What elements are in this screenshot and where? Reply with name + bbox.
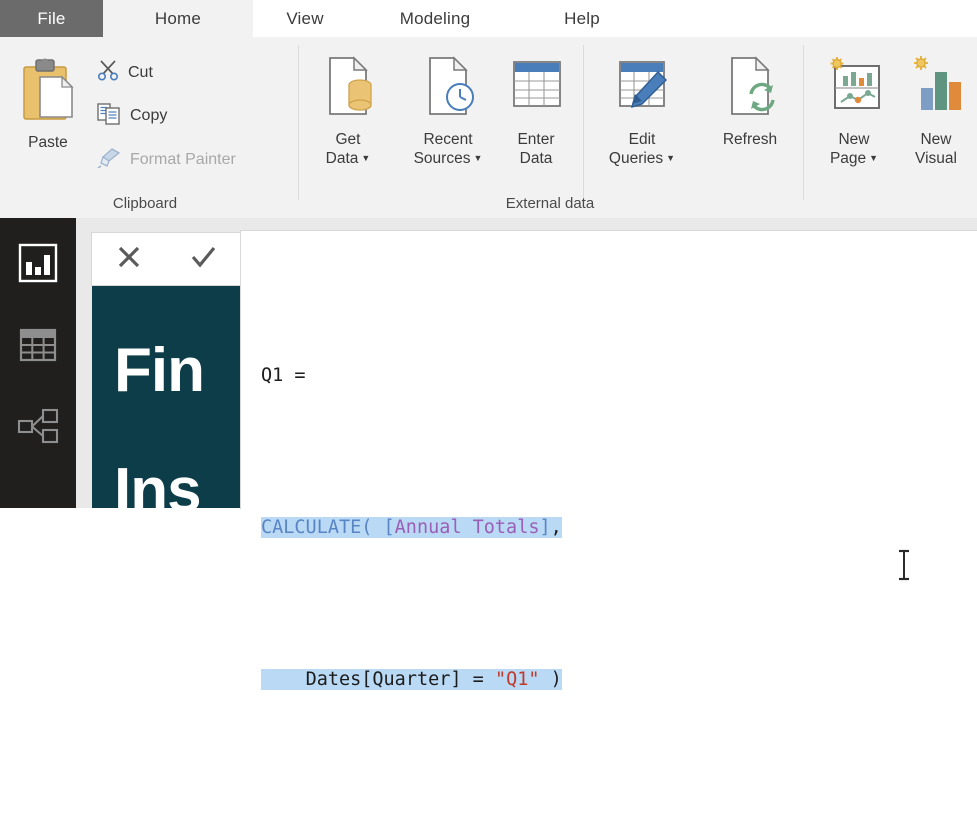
copy-label: Copy — [130, 107, 168, 124]
sidebar-item-report-view[interactable] — [15, 240, 61, 286]
recent-sources-label-1: Recent — [423, 131, 473, 148]
ribbon-separator-3 — [803, 45, 804, 200]
refresh-icon — [720, 52, 780, 131]
dax-open-bracket-2: [ — [361, 669, 373, 690]
enter-data-icon — [506, 52, 566, 131]
recent-sources-label-2: Sources ▼ — [413, 149, 483, 167]
paste-label: Paste — [28, 134, 68, 151]
equals-sign: = — [283, 365, 306, 386]
new-page-button[interactable]: New Page ▼ — [816, 52, 892, 169]
report-card-line-1: Fin — [114, 336, 205, 405]
recent-sources-button[interactable]: Recent Sources ▼ — [396, 52, 500, 169]
edit-queries-icon — [612, 52, 672, 131]
group-label-external-data: External data — [505, 195, 595, 212]
copy-icon — [97, 102, 121, 130]
tab-home-label: Home — [154, 8, 202, 28]
paste-button[interactable]: Paste — [12, 55, 84, 153]
recent-sources-icon — [418, 52, 478, 131]
dax-formula-bar[interactable]: Q1 = CALCULATE( [Annual Totals], Dates[Q… — [240, 230, 977, 690]
sidebar-item-data-view[interactable] — [15, 322, 61, 368]
format-painter-label: Format Painter — [130, 150, 236, 168]
new-page-label-1: New — [838, 131, 870, 148]
format-painter-button[interactable]: Format Painter — [97, 146, 236, 173]
scissors-icon — [97, 59, 119, 86]
dax-column-quarter: Quarter — [372, 669, 451, 690]
dax-close-paren: ) — [539, 669, 562, 690]
tab-help[interactable]: Help — [513, 0, 651, 37]
cut-button[interactable]: Cut — [97, 59, 153, 86]
get-data-icon — [318, 52, 378, 131]
close-icon[interactable] — [114, 242, 144, 277]
model-view-icon — [15, 408, 61, 453]
dax-space — [372, 517, 383, 538]
dax-open-bracket: [ — [383, 517, 395, 538]
dax-table-dates: Dates — [305, 669, 362, 690]
dax-operator-equals: = — [461, 669, 495, 690]
new-visual-label-2: Visual — [915, 149, 957, 167]
tab-home[interactable]: Home — [103, 0, 253, 37]
ribbon-body: Paste Cut Copy Format Painter Clipboard … — [0, 37, 977, 219]
paintbrush-icon — [97, 146, 121, 173]
edit-queries-button[interactable]: Edit Queries ▼ — [595, 52, 689, 169]
tab-file[interactable]: File — [0, 0, 103, 37]
cut-label: Cut — [128, 63, 153, 81]
text-cursor-icon — [896, 549, 912, 581]
dax-string-q1: "Q1" — [494, 669, 540, 690]
group-label-clipboard: Clipboard — [112, 195, 178, 212]
ribbon-tab-strip: File Home View Modeling Help — [0, 0, 977, 37]
new-page-label-2: Page ▼ — [829, 149, 879, 167]
report-title-card[interactable]: Fin Ins — [92, 285, 240, 508]
tab-modeling[interactable]: Modeling — [357, 0, 513, 37]
view-switcher-rail — [0, 218, 76, 508]
dax-comma: , — [550, 517, 562, 538]
refresh-button[interactable]: Refresh — [706, 52, 794, 150]
power-bi-window: File Home View Modeling Help Paste Cut C… — [0, 0, 977, 690]
measure-name: Q1 — [261, 365, 284, 386]
dax-measure-annual-totals: Annual Totals — [394, 517, 540, 538]
dax-close-bracket-2: ] — [450, 669, 462, 690]
tab-view-label: View — [286, 8, 324, 28]
ribbon-separator-1 — [298, 45, 299, 200]
formula-bar-actions — [91, 232, 241, 286]
get-data-label-2: Data ▼ — [325, 149, 371, 167]
dax-expression[interactable]: Q1 = CALCULATE( [Annual Totals], Dates[Q… — [261, 243, 562, 813]
chevron-down-icon[interactable]: ▼ — [666, 153, 675, 163]
get-data-button[interactable]: Get Data ▼ — [312, 52, 384, 169]
tab-help-label: Help — [564, 8, 600, 28]
dax-function-calculate: CALCULATE( — [261, 517, 373, 538]
new-visual-icon — [905, 52, 967, 131]
tab-modeling-label: Modeling — [399, 8, 471, 28]
get-data-label-1: Get — [335, 131, 361, 148]
chevron-down-icon[interactable]: ▼ — [361, 153, 370, 163]
report-card-line-2: Ins — [114, 456, 202, 509]
report-view-icon — [15, 243, 61, 290]
dax-close-bracket: ] — [539, 517, 551, 538]
chevron-down-icon[interactable]: ▼ — [869, 153, 878, 163]
paste-icon — [16, 55, 80, 134]
edit-queries-label-2: Queries ▼ — [608, 149, 676, 167]
new-page-icon — [823, 52, 885, 131]
dax-line-1: Q1 = — [261, 357, 562, 395]
enter-data-button[interactable]: Enter Data — [500, 52, 572, 169]
edit-queries-label-1: Edit — [628, 131, 656, 148]
new-visual-label-1: New — [920, 131, 952, 148]
tab-file-label: File — [37, 8, 66, 28]
refresh-label: Refresh — [722, 131, 778, 148]
sidebar-item-model-view[interactable] — [15, 403, 61, 449]
chevron-down-icon[interactable]: ▼ — [473, 153, 482, 163]
dax-indent — [261, 669, 306, 690]
tab-view[interactable]: View — [253, 0, 357, 37]
ribbon-separator-2 — [583, 45, 584, 200]
dax-line-3: Dates[Quarter] = "Q1" ) — [261, 661, 562, 699]
new-visual-button[interactable]: New Visual — [900, 52, 972, 169]
copy-button[interactable]: Copy — [97, 102, 167, 130]
enter-data-label-2: Data — [519, 149, 553, 167]
enter-data-label-1: Enter — [517, 131, 555, 148]
data-view-icon — [15, 328, 61, 372]
checkmark-icon[interactable] — [188, 242, 218, 277]
dax-line-2: CALCULATE( [Annual Totals], — [261, 509, 562, 547]
